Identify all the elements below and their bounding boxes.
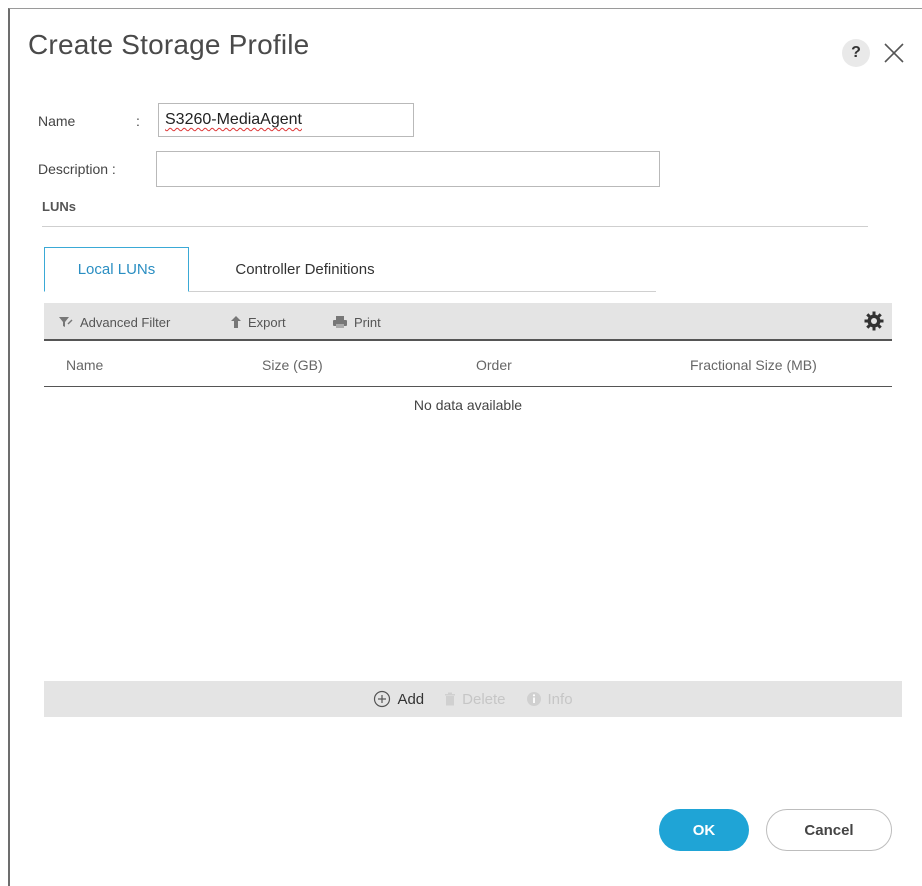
- name-input[interactable]: S3260-MediaAgent: [158, 103, 414, 137]
- export-icon: [231, 316, 241, 328]
- info-button[interactable]: Info: [526, 691, 573, 708]
- table-header: Name Size (GB) Order Fractional Size (MB…: [44, 345, 892, 387]
- window-left-edge: [0, 0, 8, 886]
- close-icon: [884, 43, 904, 63]
- column-header-name[interactable]: Name: [66, 357, 103, 373]
- luns-section-label: LUNs: [42, 199, 76, 214]
- help-icon: ?: [851, 44, 861, 61]
- tab-local-luns[interactable]: Local LUNs: [44, 247, 189, 292]
- tab-controller-definitions[interactable]: Controller Definitions: [202, 247, 408, 291]
- delete-button[interactable]: Delete: [444, 690, 506, 708]
- info-icon: [526, 692, 541, 706]
- create-storage-profile-dialog: Create Storage Profile ? Name : S3260-Me…: [8, 8, 922, 886]
- table-toolbar: Advanced Filter Export Print: [44, 303, 892, 341]
- column-header-order[interactable]: Order: [476, 357, 512, 373]
- add-button[interactable]: Add: [373, 690, 424, 708]
- print-label: Print: [354, 314, 381, 330]
- cancel-button[interactable]: Cancel: [766, 809, 892, 851]
- info-label: Info: [547, 690, 573, 708]
- table-action-bar: Add Delete Info: [44, 681, 902, 717]
- empty-table-message: No data available: [413, 397, 523, 413]
- description-input[interactable]: [156, 151, 660, 187]
- delete-label: Delete: [462, 690, 506, 708]
- help-button[interactable]: ?: [842, 39, 870, 67]
- print-icon: [333, 316, 347, 328]
- export-label: Export: [248, 314, 286, 330]
- name-label: Name: [38, 113, 76, 129]
- table-settings-button[interactable]: [862, 309, 886, 333]
- section-divider: [42, 226, 868, 227]
- advanced-filter-label: Advanced Filter: [80, 314, 171, 330]
- gear-icon: [864, 311, 884, 331]
- filter-icon: [59, 317, 73, 327]
- dialog-title: Create Storage Profile: [28, 29, 310, 60]
- column-header-size[interactable]: Size (GB): [262, 357, 323, 373]
- ok-button[interactable]: OK: [659, 809, 749, 851]
- print-button[interactable]: Print: [332, 303, 381, 341]
- close-button[interactable]: [878, 37, 910, 69]
- add-label: Add: [397, 690, 425, 708]
- advanced-filter-button[interactable]: Advanced Filter: [58, 303, 170, 341]
- export-button[interactable]: Export: [230, 303, 286, 341]
- column-header-fractional-size[interactable]: Fractional Size (MB): [690, 357, 817, 373]
- delete-icon: [445, 692, 456, 706]
- add-icon: [374, 690, 391, 708]
- name-colon: :: [136, 113, 140, 129]
- description-label: Description :: [38, 161, 116, 177]
- name-input-value: S3260-MediaAgent: [165, 111, 302, 128]
